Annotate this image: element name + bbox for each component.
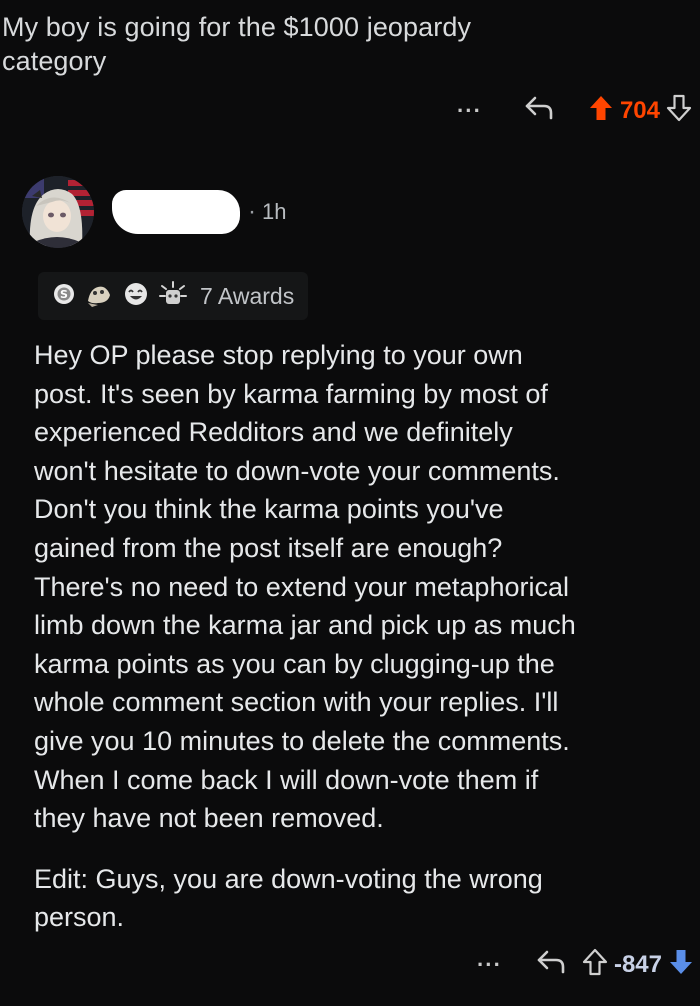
more-options-button[interactable]: ··· [477,953,502,975]
comment-body-text: Hey OP please stop replying to your own … [34,340,576,834]
meta-separator: · [248,198,256,225]
laughing-award-icon [122,281,150,312]
reply-icon[interactable] [536,949,566,980]
wholesome-award-icon [84,281,114,312]
more-options-button[interactable]: ··· [457,99,482,121]
parent-comment-actions: ··· 704 [457,94,692,127]
downvote-arrow-icon[interactable] [668,948,694,981]
comment-score: -847 [613,950,662,978]
silver-award-icon: S [52,282,76,311]
awards-count-label: 7 Awards [200,282,295,309]
parent-comment-text: My boy is going for the $1000 jeopardy c… [2,12,472,76]
upvote-arrow-icon[interactable] [588,94,614,127]
svg-text:S: S [60,288,68,301]
comment-edit-note: Edit: Guys, you are down-voting the wron… [34,864,543,932]
comment-author-row: · 1h [22,176,286,248]
awards-bar[interactable]: S 7 Awards [38,272,309,320]
avatar[interactable] [22,176,94,248]
parent-score: 704 [619,96,660,124]
party-award-icon [158,280,188,313]
comment-body: Hey OP please stop replying to your own … [34,336,694,838]
reply-icon[interactable] [524,95,554,126]
redacted-username [112,190,240,234]
comment-timestamp: 1h [262,199,287,224]
downvote-arrow-icon[interactable] [666,94,692,127]
comment-actions: ··· -847 [477,948,694,981]
upvote-arrow-icon[interactable] [582,948,608,981]
